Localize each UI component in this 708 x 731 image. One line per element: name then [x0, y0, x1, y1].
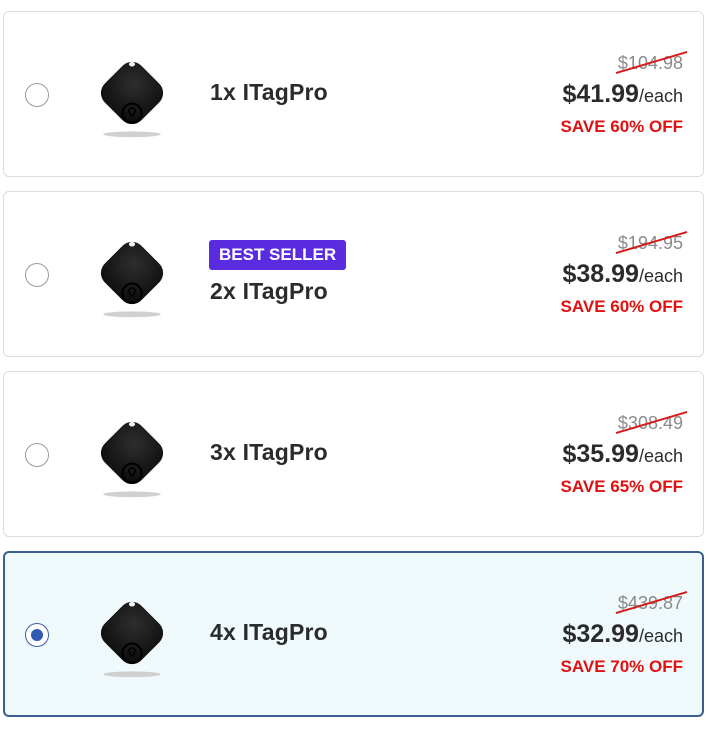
- product-name: 2x ITagPro: [210, 278, 328, 304]
- tracker-tag-icon: [100, 241, 164, 318]
- bundle-option-1[interactable]: 1x ITagPro $104.98 $41.99/each SAVE 60% …: [3, 11, 704, 177]
- bundle-option-3[interactable]: 3x ITagPro $308.49 $35.99/each SAVE 65% …: [3, 371, 704, 537]
- price-unit: /each: [638, 86, 683, 106]
- current-price: $32.99: [562, 620, 639, 648]
- price-unit: /each: [638, 446, 683, 466]
- product-name: 3x ITagPro: [210, 439, 328, 465]
- original-price: $439.87: [615, 590, 687, 616]
- current-price: $41.99: [562, 80, 639, 108]
- product-name: 1x ITagPro: [210, 79, 328, 105]
- original-price: $308.49: [615, 410, 687, 436]
- original-price: $104.98: [615, 50, 687, 76]
- radio-button[interactable]: [25, 623, 49, 647]
- discount-label: SAVE 60% OFF: [560, 117, 684, 136]
- price-box: $439.87 $32.99/each SAVE 70% OFF: [560, 590, 687, 678]
- price-box: $104.98 $41.99/each SAVE 60% OFF: [560, 50, 687, 138]
- current-price: $35.99: [562, 440, 639, 468]
- discount-label: SAVE 60% OFF: [560, 297, 684, 316]
- radio-button[interactable]: [25, 83, 49, 107]
- price-box: $194.95 $38.99/each SAVE 60% OFF: [560, 230, 687, 318]
- tracker-tag-icon: [100, 61, 164, 138]
- discount-label: SAVE 65% OFF: [560, 477, 684, 496]
- radio-dot: [30, 628, 43, 641]
- bundle-options-list: 1x ITagPro $104.98 $41.99/each SAVE 60% …: [3, 11, 704, 731]
- radio-button[interactable]: [25, 443, 49, 467]
- price-unit: /each: [638, 626, 683, 646]
- bundle-option-2[interactable]: BEST SELLER 2x ITagPro $194.95 $38.99/ea…: [3, 191, 704, 357]
- product-name: 4x ITagPro: [210, 619, 328, 645]
- best-seller-badge: BEST SELLER: [209, 240, 347, 270]
- price-unit: /each: [638, 266, 683, 286]
- tracker-tag-icon: [100, 421, 164, 498]
- current-price: $38.99: [562, 260, 639, 288]
- discount-label: SAVE 70% OFF: [560, 657, 684, 676]
- price-box: $308.49 $35.99/each SAVE 65% OFF: [560, 410, 687, 498]
- original-price: $194.95: [615, 230, 687, 256]
- tracker-tag-icon: [100, 601, 164, 678]
- radio-button[interactable]: [25, 263, 49, 287]
- bundle-option-4[interactable]: 4x ITagPro $439.87 $32.99/each SAVE 70% …: [3, 551, 704, 717]
